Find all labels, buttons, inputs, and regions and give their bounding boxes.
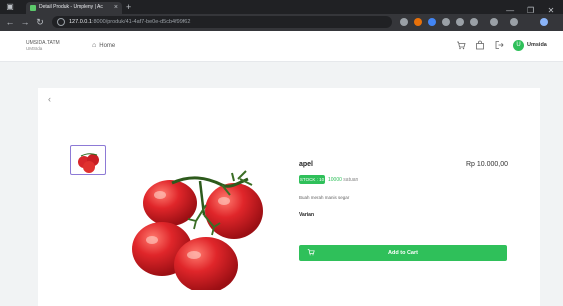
user-name[interactable]: Umsida xyxy=(527,41,547,50)
app-header: UMSIDA.TATM UMSIda ⌂ Home U Umsida xyxy=(0,31,563,62)
house-icon: ⌂ xyxy=(92,42,97,49)
tab-close-icon[interactable]: × xyxy=(114,3,118,12)
stock-count: 10000 satuan xyxy=(328,176,358,184)
new-tab-button[interactable]: + xyxy=(126,2,131,12)
window-controls: — ❐ ✕ xyxy=(502,0,559,15)
extension-icon[interactable] xyxy=(456,18,464,26)
product-name: apel xyxy=(299,161,314,168)
product-image xyxy=(110,145,288,290)
tab-favicon-icon xyxy=(30,5,36,11)
tab-title: Detail Produk - Umpleny | Ac xyxy=(39,4,103,10)
bag-icon[interactable] xyxy=(474,40,486,52)
product-card: ‹ apel Rp 10.000,00 STOCK: 10 10000 sat… xyxy=(38,88,540,306)
logout-icon[interactable] xyxy=(493,40,505,52)
browser-menu-dots-icon[interactable] xyxy=(540,18,548,26)
extension-icon[interactable] xyxy=(428,18,436,26)
sidebar-icon[interactable] xyxy=(490,18,498,26)
stock-unit: satuan xyxy=(343,177,359,183)
forward-arrow-icon[interactable]: → xyxy=(20,17,30,27)
nav-home-label: Home xyxy=(99,43,116,49)
browser-tabbar: ▣ Detail Produk - Umpleny | Ac × + — ❐ ✕ xyxy=(0,0,563,15)
brand-subtitle: UMSIda xyxy=(26,46,43,51)
extension-icon[interactable] xyxy=(414,18,422,26)
stock-count-value: 10000 xyxy=(328,177,342,183)
product-price: Rp 10.000,00 xyxy=(465,161,508,168)
address-bar[interactable]: 127.0.0.1:8000/produk/41-4af7-be0e-d5cb4… xyxy=(52,16,392,28)
cart-icon[interactable] xyxy=(455,40,467,52)
back-arrow-icon[interactable]: ← xyxy=(5,17,15,27)
avatar[interactable]: U xyxy=(513,40,524,51)
browser-tab[interactable]: Detail Produk - Umpleny | Ac × xyxy=(26,2,122,14)
nav-home-link[interactable]: ⌂ Home xyxy=(92,41,115,51)
extension-icon[interactable] xyxy=(400,18,408,26)
back-chevron-icon[interactable]: ‹ xyxy=(48,94,51,104)
add-to-cart-button[interactable]: Add to Cart xyxy=(299,245,507,261)
reload-icon[interactable]: ↻ xyxy=(35,17,45,27)
url-path: :8000/produk/41-4af7-be0e-d5cb4f99f62 xyxy=(91,19,191,25)
add-to-cart-label: Add to Cart xyxy=(388,250,418,256)
variant-label: Varian xyxy=(299,212,315,218)
extension-icon[interactable] xyxy=(442,18,450,26)
url-host: 127.0.0.1 xyxy=(69,19,92,25)
site-info-icon[interactable] xyxy=(57,18,65,26)
stock-badge: STOCK : 10 xyxy=(299,175,325,184)
address-url: 127.0.0.1:8000/produk/41-4af7-be0e-d5cb4… xyxy=(69,18,190,26)
product-description: Buah merah manis segar xyxy=(299,195,350,200)
product-thumbnail[interactable] xyxy=(70,145,106,175)
browser-menu-icon[interactable]: ▣ xyxy=(5,2,15,12)
browser-toolbar: ← → ↻ 127.0.0.1:8000/produk/41-4af7-be0e… xyxy=(0,14,563,31)
profile-icon[interactable] xyxy=(510,18,518,26)
extensions-puzzle-icon[interactable] xyxy=(470,18,478,26)
